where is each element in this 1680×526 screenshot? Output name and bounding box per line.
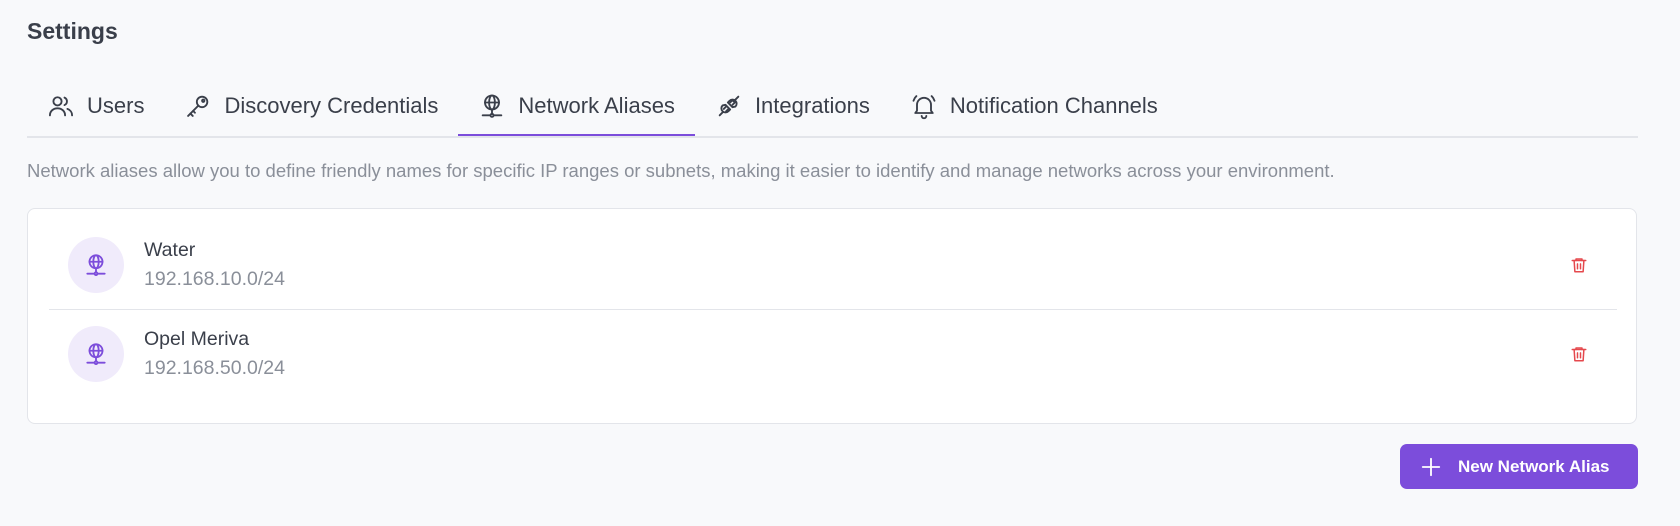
trash-icon — [1571, 258, 1587, 273]
tab-users[interactable]: Users — [27, 78, 164, 134]
network-aliases-list: Water 192.168.10.0/24 Opel Meriva 192.16… — [27, 208, 1637, 424]
list-item: Water 192.168.10.0/24 — [49, 221, 1617, 309]
trash-icon — [1571, 347, 1587, 362]
tab-network-aliases[interactable]: Network Aliases — [458, 78, 695, 136]
tab-integrations[interactable]: Integrations — [695, 78, 890, 134]
list-item: Opel Meriva 192.168.50.0/24 — [49, 309, 1617, 398]
network-globe-icon — [68, 326, 124, 382]
network-globe-icon — [68, 237, 124, 293]
tab-discovery-credentials[interactable]: Discovery Credentials — [164, 78, 458, 134]
tab-notification-channels[interactable]: Notification Channels — [890, 78, 1178, 134]
settings-tabs: Users Discovery Credentials Network Alia… — [27, 78, 1638, 138]
users-icon — [47, 92, 75, 120]
delete-alias-button[interactable] — [1565, 340, 1593, 368]
settings-page: Settings Users Discovery Credentials Net… — [0, 0, 1680, 526]
tab-label: Integrations — [754, 93, 870, 118]
tab-label: Discovery Credentials — [224, 93, 439, 118]
page-title: Settings — [27, 18, 118, 44]
tab-label: Users — [87, 93, 145, 118]
plug-icon — [715, 92, 743, 120]
network-globe-icon — [478, 92, 506, 120]
page-description: Network aliases allow you to define frie… — [27, 160, 1335, 181]
new-network-alias-label: New Network Alias — [1458, 456, 1610, 476]
tab-label: Notification Channels — [949, 93, 1158, 118]
new-network-alias-button[interactable]: New Network Alias — [1400, 444, 1638, 489]
alias-name: Opel Meriva — [144, 328, 250, 350]
alias-subnet: 192.168.50.0/24 — [144, 357, 285, 379]
plus-icon — [1420, 456, 1442, 478]
alias-name: Water — [144, 239, 196, 261]
delete-alias-button[interactable] — [1565, 251, 1593, 279]
key-icon — [184, 92, 212, 120]
bell-icon — [910, 92, 938, 120]
alias-subnet: 192.168.10.0/24 — [144, 268, 285, 290]
tab-label: Network Aliases — [518, 93, 675, 118]
